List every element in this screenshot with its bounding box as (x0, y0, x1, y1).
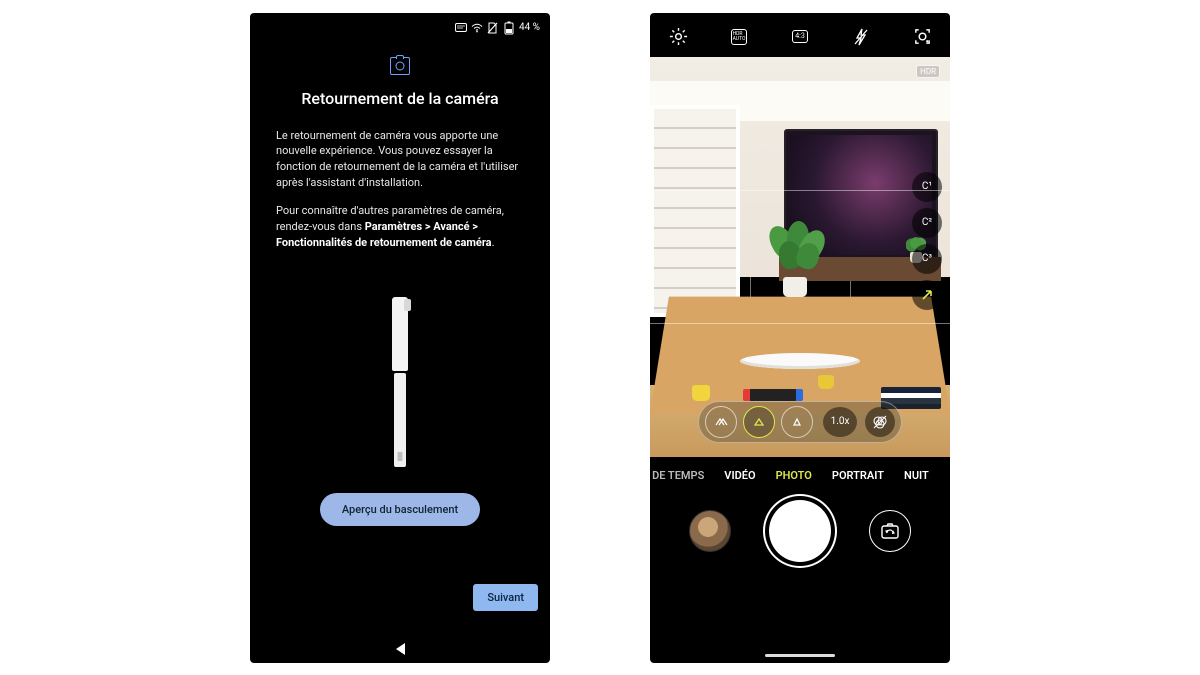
aspect-ratio-icon[interactable]: 4:3 (790, 27, 810, 47)
mode-photo[interactable]: PHOTO (776, 469, 812, 482)
mode-night[interactable]: NUIT (904, 469, 929, 482)
nav-back-icon[interactable] (396, 643, 405, 655)
onboarding-screen: 44 % Retournement de la caméra Le retour… (250, 13, 550, 663)
battery-icon (503, 22, 515, 34)
zoom-level[interactable]: 1.0x (823, 407, 857, 437)
preset-active[interactable] (912, 280, 942, 310)
hdr-badge: HDR (916, 65, 940, 78)
flash-off-icon[interactable] (851, 27, 871, 47)
onboarding-content: Retournement de la caméra Le retournemen… (250, 39, 550, 527)
gallery-thumbnail[interactable] (689, 510, 731, 552)
camera-outline-icon (390, 57, 410, 75)
zoom-wide[interactable] (743, 406, 775, 438)
mode-selector[interactable]: E DE TEMPS VIDÉO PHOTO PORTRAIT NUIT (650, 457, 950, 486)
battery-percent: 44 % (519, 22, 540, 33)
preset-c2[interactable]: C² (912, 208, 942, 238)
camera-top-bar: HDRAUTO 4:3 (650, 13, 950, 57)
next-button[interactable]: Suivant (473, 584, 538, 611)
google-lens-icon[interactable] (912, 27, 932, 47)
nav-bar (250, 643, 550, 655)
messages-icon (455, 22, 467, 34)
preview-flip-button[interactable]: Aperçu du basculement (320, 493, 480, 526)
filter-icon[interactable] (865, 407, 895, 437)
zoom-controls: 1.0x (698, 401, 902, 443)
mode-portrait[interactable]: PORTRAIT (832, 469, 884, 482)
shutter-row (650, 486, 950, 570)
wifi-icon (471, 22, 483, 34)
preset-c1[interactable]: C¹ (912, 172, 942, 202)
switch-camera-button[interactable] (869, 510, 911, 552)
custom-preset-column: C¹ C² C³ (912, 172, 942, 310)
zoom-tele[interactable] (781, 406, 813, 438)
para2-suffix: . (492, 236, 495, 249)
preset-c3[interactable]: C³ (912, 244, 942, 274)
home-indicator[interactable] (765, 654, 835, 657)
onboarding-paragraph-2: Pour connaître d'autres paramètres de ca… (276, 203, 524, 251)
zoom-ultrawide[interactable] (705, 406, 737, 438)
onboarding-title: Retournement de la caméra (301, 89, 498, 108)
shutter-button[interactable] (769, 500, 831, 562)
settings-icon[interactable] (668, 27, 688, 47)
onboarding-paragraph-1: Le retournement de caméra vous apporte u… (276, 128, 524, 192)
device-illustration (392, 297, 408, 467)
viewfinder-scene (650, 57, 950, 457)
hdr-icon[interactable]: HDRAUTO (729, 27, 749, 47)
viewfinder[interactable]: HDR C¹ C² C³ 1.0x (650, 57, 950, 457)
mode-timelapse-truncated[interactable]: E DE TEMPS (650, 469, 704, 482)
status-bar: 44 % (250, 13, 550, 39)
no-sim-icon (487, 22, 499, 34)
camera-app: HDRAUTO 4:3 HDR (650, 13, 950, 663)
mode-video[interactable]: VIDÉO (724, 469, 755, 482)
